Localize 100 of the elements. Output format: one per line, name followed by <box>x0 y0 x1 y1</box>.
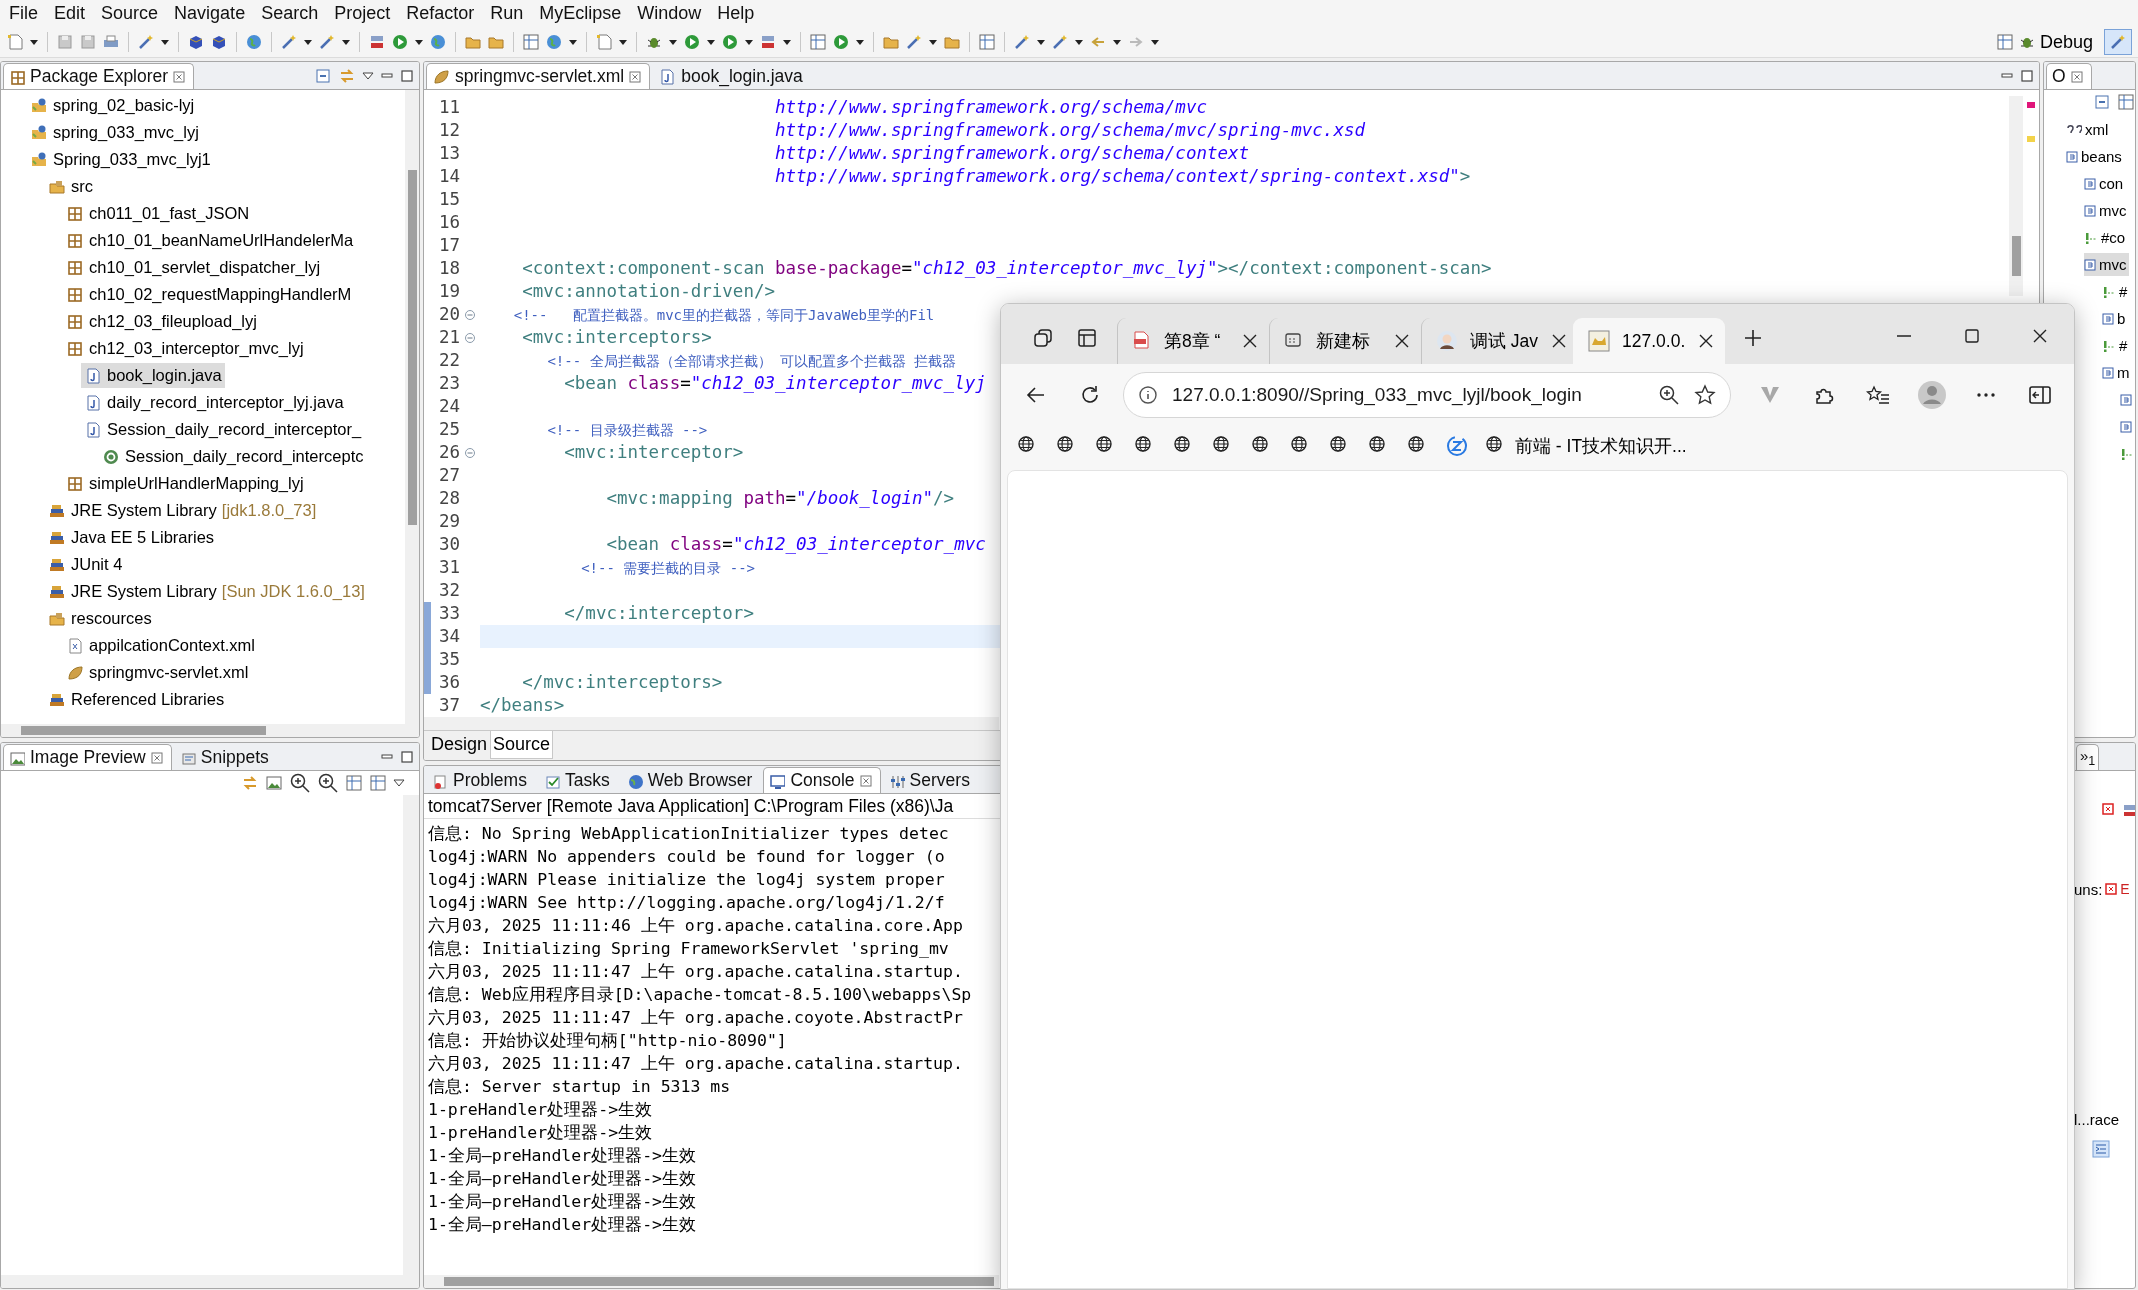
tree-item[interactable]: Referenced Libraries <box>45 687 228 712</box>
tree-item[interactable]: daily_record_interceptor_lyj.java <box>81 390 347 415</box>
scrollbar[interactable] <box>405 90 419 724</box>
browser-tab[interactable]: 127.0.0. <box>1573 318 1725 364</box>
tree-item[interactable]: src <box>45 174 96 199</box>
tree-item[interactable]: ch10_02_requestMappingHandlerM <box>63 282 355 307</box>
favorite-link[interactable]: 前端 - IT技术知识开... <box>1485 434 1687 458</box>
play-icon[interactable] <box>721 33 739 51</box>
server-icon[interactable] <box>759 33 777 51</box>
scrollbar-thumb[interactable] <box>444 1277 994 1286</box>
caret-icon[interactable] <box>29 38 39 46</box>
collapse-icon[interactable] <box>464 308 476 321</box>
tree-item[interactable]: JRE System Library [jdk1.8.0_73] <box>45 498 320 523</box>
scrollbar[interactable] <box>424 1275 999 1288</box>
menu-item[interactable]: Edit <box>49 3 97 24</box>
perspective-button[interactable]: Debug <box>1989 29 2099 55</box>
wand-icon[interactable] <box>280 33 298 51</box>
maximize-icon[interactable] <box>400 69 414 83</box>
close-icon[interactable] <box>1241 332 1259 350</box>
link-arrows-icon[interactable] <box>241 774 259 792</box>
browser-tab[interactable]: 新建标 <box>1269 318 1421 364</box>
caret-icon[interactable] <box>1036 38 1046 46</box>
view-menu-icon[interactable] <box>362 71 374 81</box>
outline-item[interactable]: b <box>2102 307 2128 330</box>
tree-item[interactable]: book_login.java <box>81 363 225 388</box>
caret-icon[interactable] <box>744 38 754 46</box>
menu-item[interactable]: Source <box>96 3 170 24</box>
image-icon[interactable] <box>265 774 283 792</box>
collapse-all-icon[interactable] <box>314 67 332 85</box>
scrollbar-thumb[interactable] <box>21 726 266 735</box>
mode-tab[interactable]: Source <box>490 731 554 759</box>
caret-icon[interactable] <box>782 38 792 46</box>
zoom-in-icon[interactable] <box>317 772 339 794</box>
tree-item[interactable]: spring_033_mvc_lyj <box>27 120 202 145</box>
zoom-in-icon[interactable] <box>1658 384 1680 406</box>
browser-tab[interactable]: 第8章 “ <box>1117 318 1269 364</box>
maximize-icon[interactable] <box>2020 69 2034 83</box>
collapse-icon[interactable] <box>464 446 476 459</box>
outline-item[interactable]: # <box>2102 334 2130 357</box>
tree-item[interactable]: spring_02_basic-lyj <box>27 93 198 118</box>
tree-item[interactable]: JRE System Library [Sun JDK 1.6.0_13] <box>45 579 368 604</box>
maximize-icon[interactable] <box>400 750 414 764</box>
collapse-icon[interactable] <box>464 331 476 344</box>
server-icon[interactable] <box>2121 802 2135 816</box>
view-tab[interactable]: Tasks <box>537 767 619 793</box>
caret-icon[interactable] <box>618 38 628 46</box>
menu-item[interactable]: Navigate <box>169 3 257 24</box>
play-icon[interactable] <box>832 33 850 51</box>
view-tab[interactable]: »$_{1}$ <box>2076 744 2100 770</box>
view-tab[interactable]: Image Preview <box>3 744 172 770</box>
menu-item[interactable]: Project <box>329 3 402 24</box>
menu-item[interactable]: Help <box>712 3 766 24</box>
browser-tab[interactable]: 调试 Jav <box>1421 318 1573 364</box>
grid-icon[interactable] <box>809 33 827 51</box>
view-menu-icon[interactable] <box>393 778 405 788</box>
menu-item[interactable]: Refactor <box>401 3 486 24</box>
outline-item[interactable]: # <box>2102 280 2130 303</box>
caret-icon[interactable] <box>568 38 578 46</box>
tree-item[interactable]: Session_daily_record_interceptc <box>99 444 367 469</box>
caret-icon[interactable] <box>706 38 716 46</box>
caret-icon[interactable] <box>928 38 938 46</box>
tree-item[interactable]: Session_daily_record_interceptor_ <box>81 417 365 442</box>
caret-icon[interactable] <box>341 38 351 46</box>
star-icon[interactable] <box>1694 384 1716 406</box>
cube-icon[interactable] <box>187 33 205 51</box>
caret-icon[interactable] <box>1150 38 1160 46</box>
tree-item[interactable]: Spring_033_mvc_lyj1 <box>27 147 214 172</box>
scrollbar[interactable] <box>1 1275 419 1288</box>
view-tab[interactable]: Package Explorer <box>3 63 195 89</box>
editor-tab[interactable]: book_login.java <box>652 63 812 89</box>
caret-icon[interactable] <box>1074 38 1084 46</box>
menu-item[interactable]: MyEclipse <box>534 3 633 24</box>
grid-icon[interactable] <box>2117 93 2135 111</box>
wand-icon[interactable] <box>1051 33 1069 51</box>
grid-icon[interactable] <box>978 33 996 51</box>
play-icon[interactable] <box>683 33 701 51</box>
wand-icon[interactable] <box>137 33 155 51</box>
caret-icon[interactable] <box>668 38 678 46</box>
grid-icon[interactable] <box>522 33 540 51</box>
wand-icon[interactable] <box>1013 33 1031 51</box>
tree-item[interactable]: ch10_01_beanNameUrlHandelerMa <box>63 228 357 253</box>
outline-item[interactable]: m <box>2102 361 2132 384</box>
scrollbar-thumb[interactable] <box>2011 236 2021 276</box>
perspective-toggle[interactable] <box>2104 29 2132 55</box>
scrollbar[interactable] <box>424 717 999 730</box>
collapse-all-icon[interactable] <box>2093 93 2111 111</box>
cube-icon[interactable] <box>210 33 228 51</box>
scrollbar[interactable] <box>1 724 419 737</box>
tree-item[interactable]: simpleUrlHandlerMapping_lyj <box>63 471 307 496</box>
tree-item[interactable]: rescources <box>45 606 155 631</box>
scrollbar-thumb[interactable] <box>407 170 417 525</box>
menu-item[interactable]: Run <box>485 3 535 24</box>
wand-icon[interactable] <box>905 33 923 51</box>
caret-icon[interactable] <box>414 38 424 46</box>
address-field[interactable]: 127.0.0.1:8090//Spring_033_mvc_lyjl/book_login <box>1123 372 1731 418</box>
scrollbar[interactable] <box>403 795 419 1275</box>
server-icon[interactable] <box>368 33 386 51</box>
tree-item[interactable]: ch12_03_fileupload_lyj <box>63 309 260 334</box>
tree-item[interactable]: springmvc-servlet.xml <box>63 660 252 685</box>
view-tab[interactable]: Servers <box>882 767 979 793</box>
